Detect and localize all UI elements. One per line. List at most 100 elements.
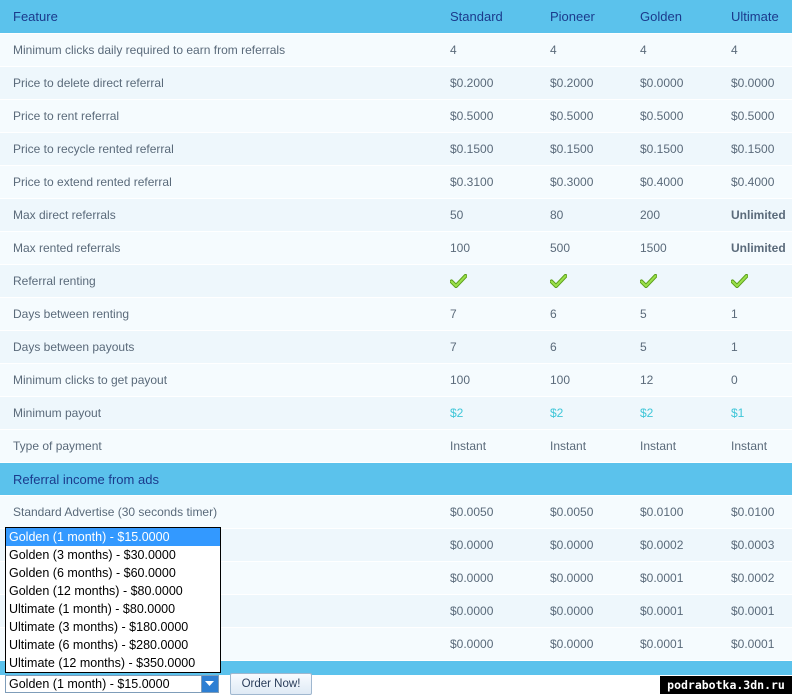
plan-value: Instant [437, 429, 537, 463]
table-row: Minimum payout $2 $2 $2 $1 [0, 396, 792, 430]
table-row: Type of payment Instant Instant Instant Inst… [0, 429, 792, 463]
plan-option[interactable]: Ultimate (6 months) - $280.0000 [6, 636, 220, 654]
plan-value: $0.0000 [537, 528, 627, 562]
section-title: Referral income from ads [0, 462, 792, 496]
plan-value: Instant [537, 429, 627, 463]
table-row: Price to delete direct referral $0.2000 $0… [0, 66, 792, 100]
plan-value: $0.0100 [627, 495, 718, 529]
green-checkmark-icon [537, 264, 627, 298]
table-row: Price to rent referral $0.5000 $0.5000 $0.5… [0, 99, 792, 133]
plan-value: $0.0000 [537, 594, 627, 628]
plan-value: 4 [537, 33, 627, 67]
plan-value: $0.0001 [627, 561, 718, 595]
plan-value: $0.0000 [627, 66, 718, 100]
table-row: Referral renting [0, 264, 792, 298]
header-plan-pioneer: Pioneer [537, 0, 627, 34]
plan-value: $0.1500 [627, 132, 718, 166]
plan-value: 4 [718, 33, 792, 67]
feature-label: Minimum clicks daily required to earn fr… [0, 33, 437, 67]
plan-option[interactable]: Golden (6 months) - $60.0000 [6, 564, 220, 582]
plan-value: $0.5000 [718, 99, 792, 133]
plan-value: 100 [437, 231, 537, 265]
plan-value: Instant [718, 429, 792, 463]
plan-value: $0.0001 [627, 627, 718, 661]
plan-value: $0.3100 [437, 165, 537, 199]
plan-option[interactable]: Golden (3 months) - $30.0000 [6, 546, 220, 564]
plan-value: $0.0002 [718, 561, 792, 595]
plan-value: $0.0003 [718, 528, 792, 562]
plan-value: $0.0000 [437, 594, 537, 628]
feature-label: Days between payouts [0, 330, 437, 364]
plan-value: $0.1500 [718, 132, 792, 166]
order-now-button[interactable]: Order Now! [230, 673, 312, 695]
plan-value: $0.0050 [537, 495, 627, 529]
plan-value: $0.2000 [537, 66, 627, 100]
plan-value: 6 [537, 330, 627, 364]
plan-value: $0.0000 [537, 627, 627, 661]
header-plan-standard: Standard [437, 0, 537, 34]
plan-value: $0.0000 [537, 561, 627, 595]
green-checkmark-icon [627, 264, 718, 298]
plan-value: 1 [718, 297, 792, 331]
plan-value: 4 [437, 33, 537, 67]
plan-value: $0.0001 [718, 627, 792, 661]
plan-value: $2 [627, 396, 718, 430]
feature-label: Standard Advertise (30 seconds timer) [0, 495, 437, 529]
plan-value: 5 [627, 330, 718, 364]
feature-label: Type of payment [0, 429, 437, 463]
plan-value: 100 [437, 363, 537, 397]
feature-label: Price to delete direct referral [0, 66, 437, 100]
plan-option[interactable]: Golden (1 month) - $15.0000 [6, 528, 220, 546]
plan-option[interactable]: Golden (12 months) - $80.0000 [6, 582, 220, 600]
feature-label: Referral renting [0, 264, 437, 298]
plan-value: $2 [537, 396, 627, 430]
plan-value: $0.2000 [437, 66, 537, 100]
plan-value: Unlimited [718, 231, 792, 265]
plan-option[interactable]: Ultimate (3 months) - $180.0000 [6, 618, 220, 636]
plan-value: $0.1500 [537, 132, 627, 166]
feature-label: Price to recycle rented referral [0, 132, 437, 166]
plan-value: $0.1500 [437, 132, 537, 166]
plan-value: $1 [718, 396, 792, 430]
plan-value: 200 [627, 198, 718, 232]
chevron-down-icon[interactable] [201, 676, 218, 692]
plan-value: 1500 [627, 231, 718, 265]
table-header-row: Feature Standard Pioneer Golden Ultimate [0, 0, 792, 34]
plan-value: 1 [718, 330, 792, 364]
plan-select[interactable]: Golden (1 month) - $15.0000 [5, 675, 219, 693]
plan-value: $0.0001 [627, 594, 718, 628]
plan-value: $0.0100 [718, 495, 792, 529]
table-row: Days between renting 7 6 5 1 [0, 297, 792, 331]
header-feature: Feature [0, 0, 437, 34]
table-row: Price to recycle rented referral $0.1500 $… [0, 132, 792, 166]
table-row: Max rented referrals 100 500 1500 Unlimited [0, 231, 792, 265]
table-row: Standard Advertise (30 seconds timer) $0.… [0, 495, 792, 529]
plan-value: 100 [537, 363, 627, 397]
plan-value: Unlimited [718, 198, 792, 232]
plan-value: $0.5000 [537, 99, 627, 133]
plan-dropdown-list[interactable]: Golden (1 month) - $15.0000 Golden (3 mon… [5, 527, 221, 673]
plan-value: 7 [437, 330, 537, 364]
plan-value: $0.0000 [718, 66, 792, 100]
plan-value: $0.4000 [718, 165, 792, 199]
plan-value: $0.0000 [437, 627, 537, 661]
plan-value: $0.4000 [627, 165, 718, 199]
plan-value: $0.0002 [627, 528, 718, 562]
header-plan-golden: Golden [627, 0, 718, 34]
plan-value: 7 [437, 297, 537, 331]
plan-value: 80 [537, 198, 627, 232]
plan-value: 0 [718, 363, 792, 397]
header-plan-ultimate: Ultimate [718, 0, 792, 34]
site-watermark: podrabotka.3dn.ru [660, 676, 792, 694]
plan-value: $0.0000 [437, 528, 537, 562]
plan-select-value: Golden (1 month) - $15.0000 [9, 677, 170, 691]
plan-value: 5 [627, 297, 718, 331]
plan-value: $0.0000 [437, 561, 537, 595]
feature-label: Days between renting [0, 297, 437, 331]
plan-value: $0.0050 [437, 495, 537, 529]
plan-option[interactable]: Ultimate (12 months) - $350.0000 [6, 654, 220, 672]
feature-label: Price to rent referral [0, 99, 437, 133]
feature-label: Price to extend rented referral [0, 165, 437, 199]
plan-option[interactable]: Ultimate (1 month) - $80.0000 [6, 600, 220, 618]
plan-value: Instant [627, 429, 718, 463]
